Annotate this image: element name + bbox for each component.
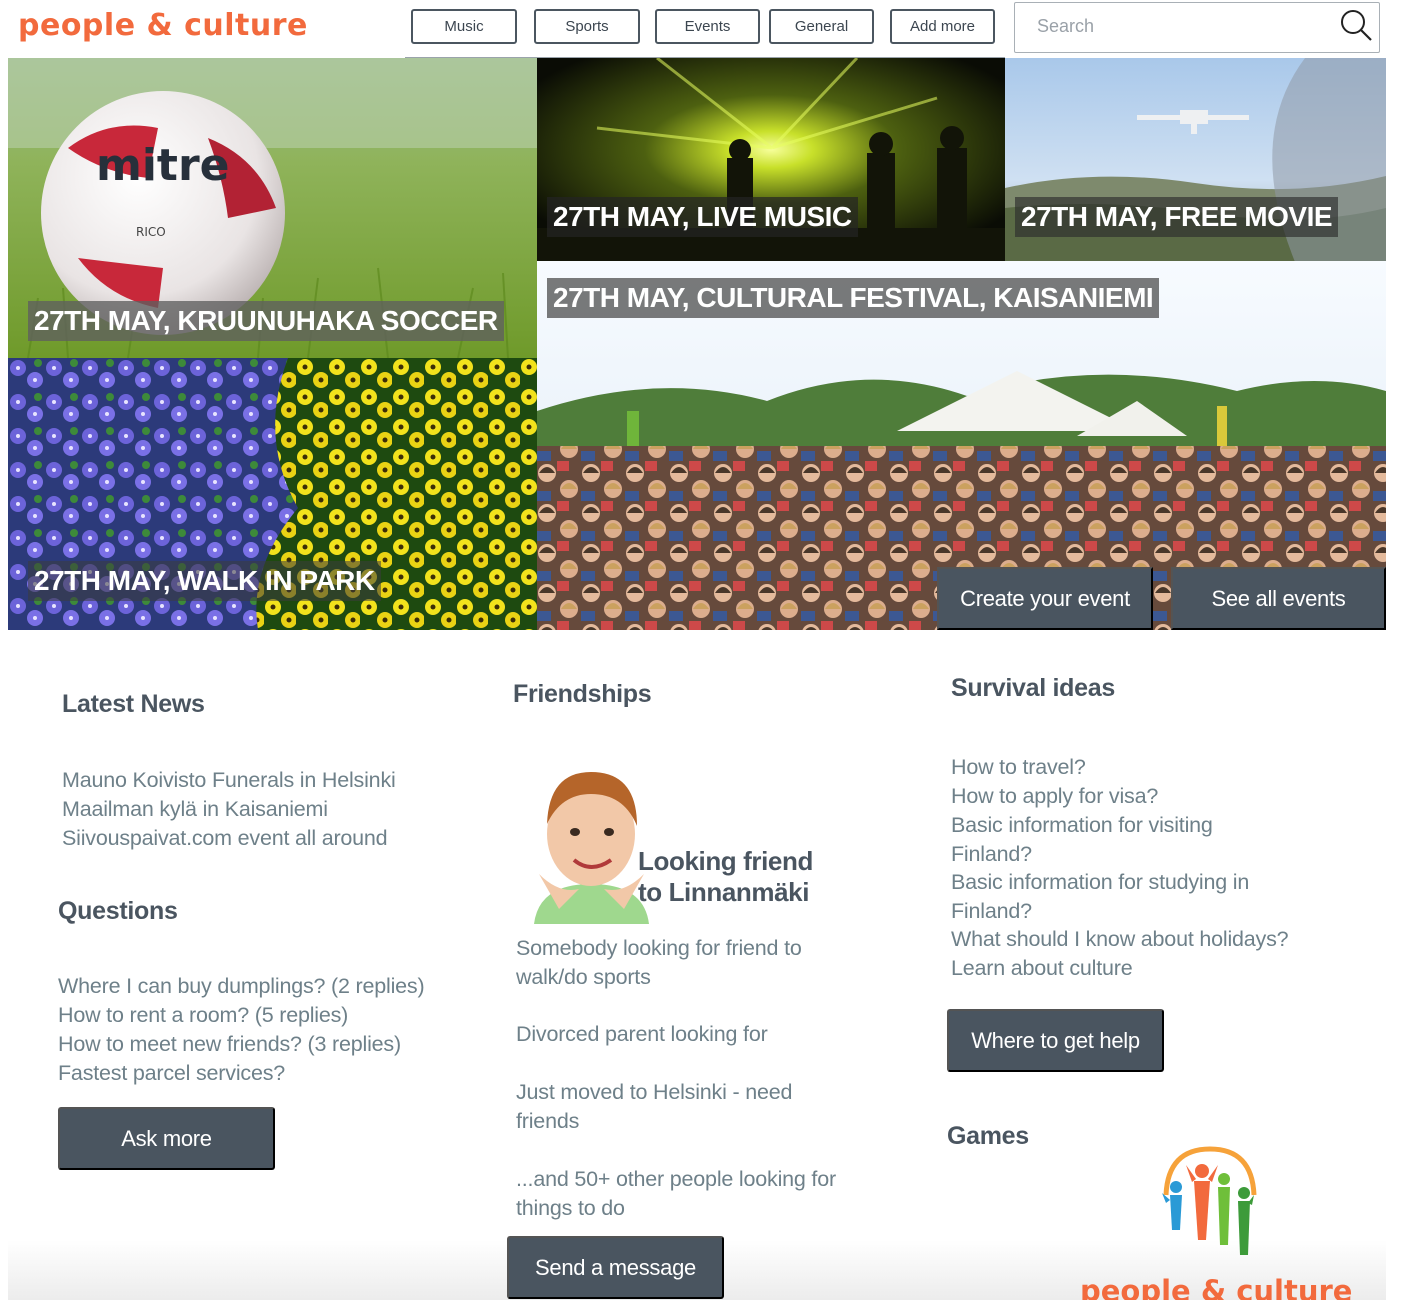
event-tile-free-movie[interactable]: 27TH MAY, FREE MOVIE	[1005, 58, 1386, 262]
friendships-title: Friendships	[513, 680, 652, 708]
event-tile-live-music[interactable]: 27TH MAY, LIVE MUSIC	[537, 58, 1005, 261]
ball-brand: mitre	[96, 140, 230, 191]
latest-news-title: Latest News	[62, 690, 205, 718]
footer-logo-text: people & culture	[1080, 1274, 1353, 1300]
ball-model: RICO	[136, 225, 166, 239]
news-link[interactable]: Maailman kylä in Kaisaniemi	[62, 795, 328, 824]
friendship-link[interactable]: ...and 50+ other people looking for thin…	[516, 1165, 836, 1223]
news-link[interactable]: Mauno Koivisto Funerals in Helsinki	[62, 766, 396, 795]
category-general-button[interactable]: General	[769, 9, 874, 44]
games-title: Games	[947, 1122, 1029, 1150]
survival-link[interactable]: Basic information for studying in Finlan…	[951, 868, 1291, 926]
see-all-events-button[interactable]: See all events	[1171, 567, 1386, 630]
category-music-button[interactable]: Music	[411, 9, 517, 44]
news-link[interactable]: Siivouspaivat.com event all around	[62, 824, 388, 853]
people-culture-emblem-icon	[1162, 1146, 1257, 1255]
live-music-caption: 27TH MAY, LIVE MUSIC	[547, 197, 858, 237]
category-events-button[interactable]: Events	[655, 9, 760, 44]
survival-link[interactable]: Learn about culture	[951, 954, 1133, 983]
category-add-more-button[interactable]: Add more	[890, 9, 995, 44]
search-placeholder: Search	[1037, 16, 1095, 36]
survival-ideas-title: Survival ideas	[951, 674, 1115, 702]
search-input[interactable]: Search	[1014, 2, 1380, 53]
soccer-caption: 27TH MAY, KRUUNUHAKA SOCCER	[28, 301, 504, 341]
friend-card-line1[interactable]: Looking friend	[638, 846, 813, 877]
survival-link[interactable]: Basic information for visiting Finland?	[951, 811, 1261, 869]
event-tile-soccer[interactable]: mitre RICO 27TH MAY, KRUUNUHAKA SOCCER	[8, 58, 537, 358]
free-movie-caption: 27TH MAY, FREE MOVIE	[1015, 197, 1339, 237]
question-link[interactable]: Where I can buy dumplings? (2 replies)	[58, 972, 425, 1001]
ask-more-button[interactable]: Ask more	[58, 1107, 275, 1170]
create-event-button[interactable]: Create your event	[937, 567, 1153, 630]
survival-link[interactable]: What should I know about holidays?	[951, 925, 1289, 954]
questions-title: Questions	[58, 897, 178, 925]
friendship-link[interactable]: Divorced parent looking for	[516, 1020, 836, 1049]
friendship-link[interactable]: Just moved to Helsinki - need friends	[516, 1078, 826, 1136]
site-logo[interactable]: people & culture	[18, 8, 308, 43]
cultural-festival-caption: 27TH MAY, CULTURAL FESTIVAL, KAISANIEMI	[547, 278, 1160, 318]
where-to-get-help-button[interactable]: Where to get help	[947, 1009, 1164, 1072]
survival-link[interactable]: How to apply for visa?	[951, 782, 1158, 811]
question-link[interactable]: How to rent a room? (5 replies)	[58, 1001, 348, 1030]
walk-in-park-caption: 27TH MAY, WALK IN PARK	[28, 561, 381, 601]
friend-card-line2[interactable]: to Linnanmäki	[638, 877, 809, 908]
question-link[interactable]: Fastest parcel services?	[58, 1059, 285, 1088]
category-sports-button[interactable]: Sports	[534, 9, 640, 44]
question-link[interactable]: How to meet new friends? (3 replies)	[58, 1030, 401, 1059]
friendship-link[interactable]: Somebody looking for friend to walk/do s…	[516, 934, 836, 992]
event-tile-walk-in-park[interactable]: 27TH MAY, WALK IN PARK	[8, 358, 537, 630]
survival-link[interactable]: How to travel?	[951, 753, 1086, 782]
search-icon[interactable]	[1339, 8, 1373, 42]
send-message-button[interactable]: Send a message	[507, 1236, 724, 1299]
